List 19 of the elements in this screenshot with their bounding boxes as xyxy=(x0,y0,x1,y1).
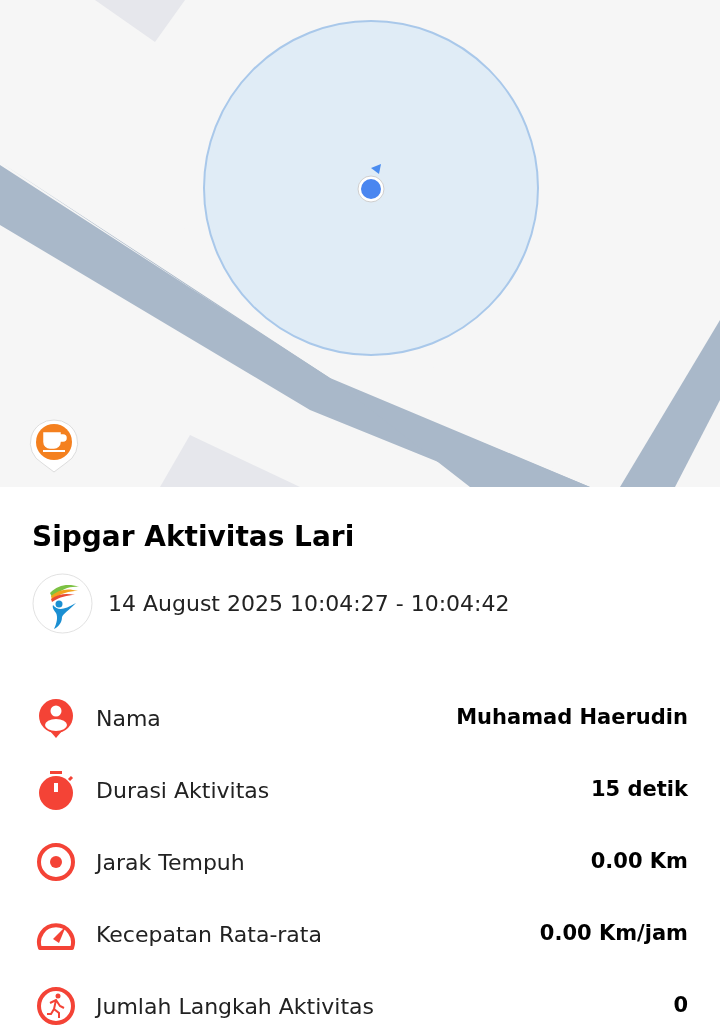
target-icon xyxy=(36,842,76,882)
person-pin-icon xyxy=(36,698,76,738)
app-logo-icon xyxy=(32,573,93,634)
detail-value: Muhamad Haerudin xyxy=(456,704,688,732)
cafe-marker-icon xyxy=(29,418,79,474)
detail-value: 0 xyxy=(673,992,688,1020)
location-marker-icon xyxy=(357,162,385,204)
activity-date-range: 14 August 2025 10:04:27 - 10:04:42 xyxy=(108,590,510,618)
detail-label: Nama xyxy=(96,704,162,733)
detail-label: Kecepatan Rata-rata xyxy=(96,920,323,949)
detail-label: Durasi Aktivitas xyxy=(96,776,271,805)
detail-label: Jarak Tempuh xyxy=(96,848,246,877)
detail-label: Jumlah Langkah Aktivitas xyxy=(96,992,376,1021)
detail-value: 15 detik xyxy=(591,776,688,804)
activity-title: Sipgar Aktivitas Lari xyxy=(32,523,356,551)
stopwatch-icon xyxy=(36,770,76,810)
detail-value: 0.00 Km/jam xyxy=(539,920,688,948)
running-person-icon xyxy=(36,986,76,1026)
detail-value: 0.00 Km xyxy=(590,848,688,876)
